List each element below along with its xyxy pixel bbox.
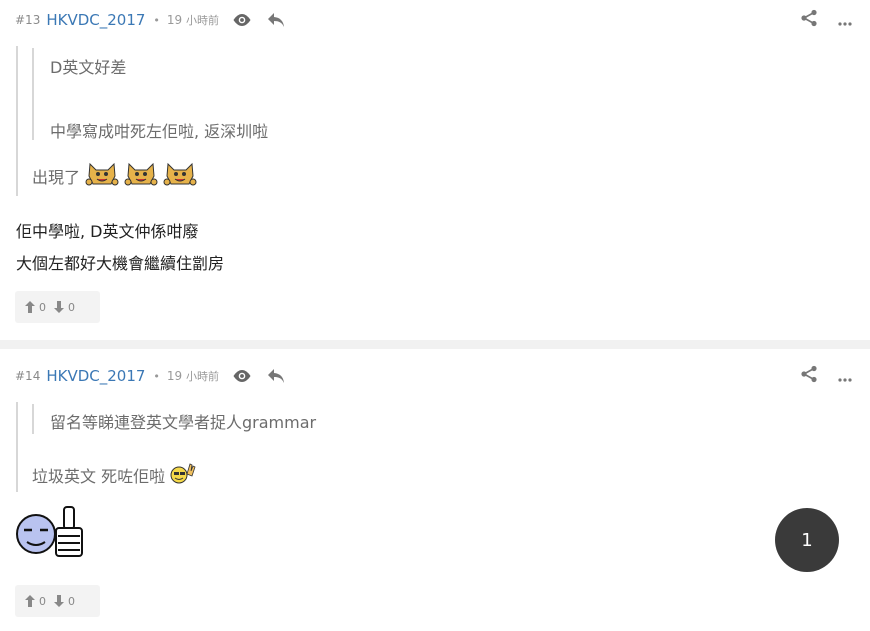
quote-text: 留名等睇連登英文學者捉人grammar [50,413,317,432]
thumbs-up-emoji-icon [14,504,86,564]
upvote-button[interactable]: 0 [25,595,46,608]
quote-text: 中學寫成咁死左佢啦, 返深圳啦 [50,122,269,141]
share-icon[interactable] [800,365,818,387]
quote-block: 留名等睇連登英文學者捉人grammar 垃圾英文 死咗佢啦 [16,402,616,492]
eye-icon[interactable] [231,11,253,29]
downvote-count: 0 [68,594,75,608]
share-icon[interactable] [800,9,818,31]
quote-block: D英文好差 中學寫成咁死左佢啦, 返深圳啦 出現了 [16,46,616,196]
quote-reply-line: 出現了 [32,160,197,192]
nested-quote-block: 留名等睇連登英文學者捉人grammar [32,404,532,434]
time-unit: 小時前 [186,14,220,27]
down-arrow-icon [54,301,64,313]
separator-dot: • [153,369,160,383]
vote-bar: 0 0 [15,291,100,323]
time-unit: 小時前 [186,370,220,383]
post-separator [0,340,870,349]
downvote-count: 0 [68,300,75,314]
up-arrow-icon [25,595,35,607]
time-value: 19 [166,13,183,27]
post-time: 19 小時前 [167,12,219,28]
vote-bar: 0 0 [15,585,100,617]
post-header: #13 HKVDC_2017 • 19 小時前 [15,9,860,31]
username-link[interactable]: HKVDC_2017 [46,367,145,385]
up-arrow-icon [25,301,35,313]
post-number: #14 [15,369,41,383]
downvote-button[interactable]: 0 [54,301,75,314]
reply-arrow-icon[interactable] [265,11,287,29]
cat-emoji-icon [85,160,119,192]
eye-icon[interactable] [231,367,253,385]
post-14: #14 HKVDC_2017 • 19 小時前 留名等睇連登英文學者捉人gram… [0,349,870,631]
post-header: #14 HKVDC_2017 • 19 小時前 [15,365,860,387]
post-13: #13 HKVDC_2017 • 19 小時前 D英文好差 中學寫成咁死左佢啦,… [0,0,870,340]
quote-reply-text: 出現了 [32,168,81,187]
upvote-count: 0 [39,300,46,314]
post-body-line: 佢中學啦, D英文仲係咁廢 [16,222,199,241]
quote-reply-line: 垃圾英文 死咗佢啦 [32,460,196,490]
more-dots-icon[interactable] [838,11,852,30]
cat-emoji-icon [124,160,158,192]
page-number-button[interactable]: 1 [775,508,839,572]
downvote-button[interactable]: 0 [54,595,75,608]
time-value: 19 [166,369,183,383]
username-link[interactable]: HKVDC_2017 [46,11,145,29]
quote-text: D英文好差 [50,58,127,77]
post-number: #13 [15,13,41,27]
reply-arrow-icon[interactable] [265,367,287,385]
separator-dot: • [153,13,160,27]
quote-reply-text: 垃圾英文 死咗佢啦 [32,467,166,486]
more-dots-icon[interactable] [838,367,852,386]
post-actions [800,9,852,31]
down-arrow-icon [54,595,64,607]
rock-on-emoji-icon [170,460,196,490]
post-actions [800,365,852,387]
upvote-button[interactable]: 0 [25,301,46,314]
post-body-line: 大個左都好大機會繼續住劏房 [16,254,225,273]
nested-quote-block: D英文好差 中學寫成咁死左佢啦, 返深圳啦 [32,48,532,141]
post-time: 19 小時前 [167,368,219,384]
cat-emoji-icon [163,160,197,192]
page-number-label: 1 [801,529,813,551]
upvote-count: 0 [39,594,46,608]
